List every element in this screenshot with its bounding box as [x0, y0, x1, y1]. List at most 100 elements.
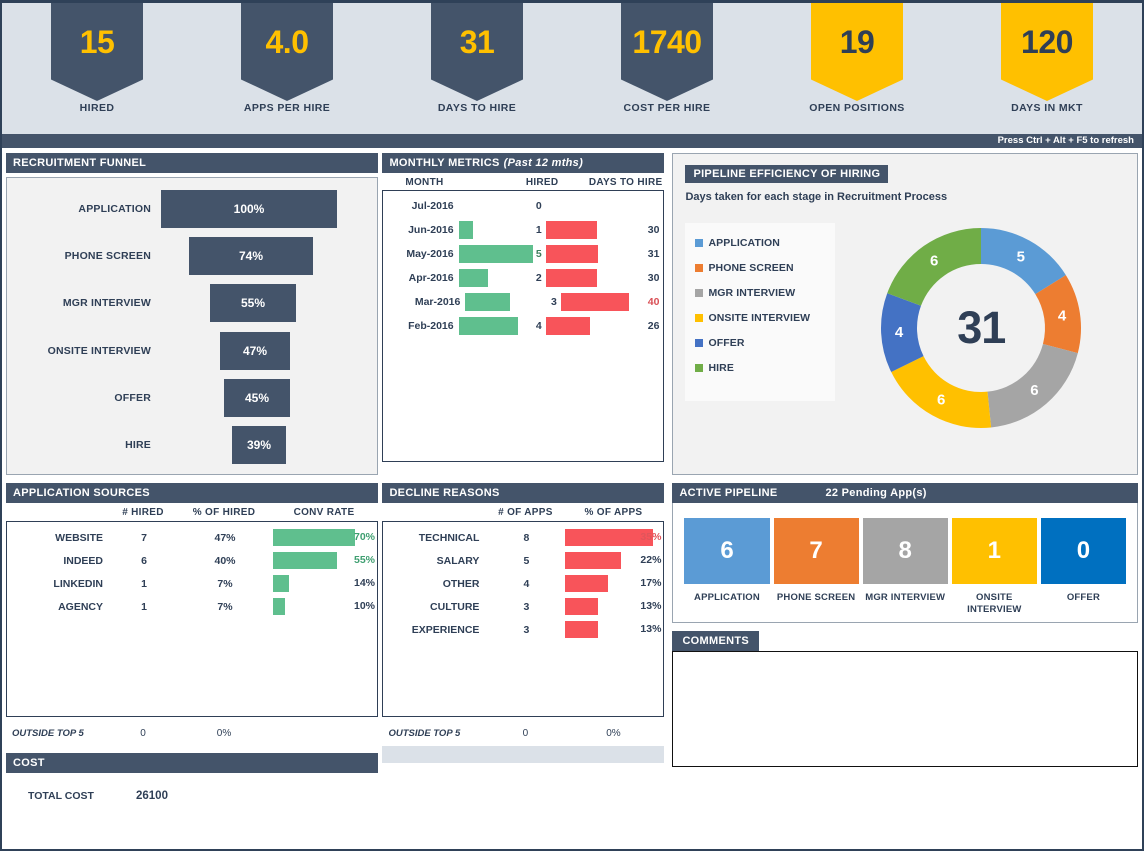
sources-outside-hired: 0: [110, 728, 176, 739]
decline-outside-top5-row: OUTSIDE TOP 5 0 0%: [382, 717, 664, 743]
kpi-label: HIRED: [80, 102, 115, 114]
legend-item: OFFER: [695, 337, 829, 349]
monthly-hired-value: 3: [551, 290, 557, 314]
monthly-hired-cell: 4: [459, 314, 546, 338]
pipeline-stage-label: ONSITE INTERVIEW: [951, 592, 1038, 616]
pipeline-stage-tile[interactable]: 1: [951, 517, 1038, 585]
funnel-stage-pct: 100%: [234, 202, 265, 216]
decline-table: TECHNICAL835%SALARY522%OTHER417%CULTURE3…: [382, 521, 664, 717]
decline-pct-value: 17%: [640, 572, 661, 595]
funnel-track: 74%: [161, 235, 371, 277]
kpi-label: DAYS IN MKT: [1011, 102, 1083, 114]
table-row: OTHER417%: [383, 572, 663, 595]
decline-apps: 3: [487, 624, 565, 636]
pipeline-stage[interactable]: 6APPLICATION: [683, 517, 770, 616]
pipeline-stage-count: 7: [809, 537, 822, 565]
pipeline-stage[interactable]: 0OFFER: [1040, 517, 1127, 616]
decline-reasons-panel: DECLINE REASONS # OF APPS % OF APPS TECH…: [382, 483, 664, 819]
monthly-days-cell: [546, 266, 633, 290]
pipeline-stage-count: 8: [899, 537, 912, 565]
row-top: RECRUITMENT FUNNEL APPLICATION100%PHONE …: [2, 153, 1142, 475]
legend-item: ONSITE INTERVIEW: [695, 312, 829, 324]
monthly-days-cell: [546, 218, 633, 242]
funnel-stage-label: PHONE SCREEN: [13, 250, 161, 262]
monthly-days-value: 31: [633, 248, 664, 260]
decline-pct-value: 13%: [640, 618, 661, 641]
pipeline-stage-tile[interactable]: 8: [862, 517, 949, 585]
application-sources-panel: APPLICATION SOURCES # HIRED % OF HIRED C…: [6, 483, 378, 819]
pipeline-stage-count: 0: [1077, 537, 1090, 565]
decline-col-apps: # OF APPS: [486, 507, 564, 518]
comments-textarea[interactable]: [672, 651, 1138, 767]
col-days-to-hire: DAYS TO HIRE: [564, 177, 664, 188]
monthly-hired-bar: [459, 269, 489, 287]
legend-label: ONSITE INTERVIEW: [708, 312, 810, 324]
pipeline-stage[interactable]: 8MGR INTERVIEW: [862, 517, 949, 616]
monthly-month: May-2016: [383, 248, 458, 260]
donut-chart: 546646 31: [835, 213, 1127, 443]
decline-col-pct: % OF APPS: [564, 507, 662, 518]
funnel-track: 100%: [161, 188, 371, 230]
monthly-hired-cell: 0: [459, 194, 546, 218]
pipeline-stage-count: 6: [720, 537, 733, 565]
funnel-chart-box: APPLICATION100%PHONE SCREEN74%MGR INTERV…: [6, 177, 378, 475]
funnel-title: RECRUITMENT FUNNEL: [13, 157, 146, 169]
legend-swatch-icon: [695, 289, 703, 297]
monthly-days-bar: [546, 221, 597, 239]
pipeline-stage[interactable]: 7PHONE SCREEN: [773, 517, 860, 616]
table-row: TECHNICAL835%: [383, 526, 663, 549]
kpi-cell: 15HIRED: [2, 3, 192, 134]
monthly-days-bar: [561, 293, 629, 311]
kpi-label: DAYS TO HIRE: [438, 102, 516, 114]
funnel-track: 39%: [161, 424, 371, 466]
decline-apps: 8: [487, 532, 565, 544]
funnel-stage-label: MGR INTERVIEW: [13, 297, 161, 309]
pipeline-efficiency-title: PIPELINE EFFICIENCY OF HIRING: [685, 165, 888, 183]
col-month: MONTH: [382, 177, 466, 188]
decline-name: OTHER: [383, 578, 487, 590]
monthly-days-cell: [546, 242, 633, 266]
monthly-hired-value: 1: [536, 218, 542, 242]
decline-pct-cell: 17%: [565, 572, 663, 595]
dashboard-root: 15HIRED4.0APPS PER HIRE31DAYS TO HIRE174…: [0, 0, 1144, 851]
monthly-metrics-panel: MONTHLY METRICS (Past 12 mths) MONTH HIR…: [382, 153, 664, 475]
monthly-month: Apr-2016: [383, 272, 458, 284]
source-conv-bar: [273, 552, 337, 569]
source-pct-hired: 7%: [177, 578, 273, 590]
decline-pct-cell: 13%: [565, 595, 663, 618]
source-name: INDEED: [7, 555, 111, 567]
source-name: WEBSITE: [7, 532, 111, 544]
sources-col-conv: CONV RATE: [272, 507, 376, 518]
kpi-ribbon: 15: [51, 3, 143, 101]
pipeline-efficiency-panel: PIPELINE EFFICIENCY OF HIRING Days taken…: [672, 153, 1138, 475]
pipeline-stage-tile[interactable]: 7: [773, 517, 860, 585]
monthly-month: Jul-2016: [383, 200, 458, 212]
legend-item: PHONE SCREEN: [695, 262, 829, 274]
pending-apps-count: 22 Pending App(s): [825, 487, 926, 499]
legend-swatch-icon: [695, 364, 703, 372]
kpi-cell: 4.0APPS PER HIRE: [192, 3, 382, 134]
legend-swatch-icon: [695, 339, 703, 347]
decline-name: EXPERIENCE: [383, 624, 487, 636]
source-name: AGENCY: [7, 601, 111, 613]
kpi-ribbon: 19: [811, 3, 903, 101]
refresh-hint: Press Ctrl + Alt + F5 to refresh: [992, 134, 1140, 148]
monthly-metrics-chart: Jul-20160Jun-2016130May-2016531Apr-20162…: [382, 190, 664, 462]
legend-label: HIRE: [708, 362, 734, 374]
monthly-hired-value: 5: [536, 242, 542, 266]
funnel-stage-pct: 39%: [247, 438, 271, 452]
pipeline-stage-tile[interactable]: 6: [683, 517, 770, 585]
pipeline-stage-tile[interactable]: 0: [1040, 517, 1127, 585]
funnel-stage-row: PHONE SCREEN74%: [13, 235, 371, 277]
kpi-label: OPEN POSITIONS: [809, 102, 904, 114]
source-hired: 1: [111, 601, 177, 613]
monthly-hired-bar: [459, 317, 518, 335]
kpi-cell: 31DAYS TO HIRE: [382, 3, 572, 134]
pipeline-stage[interactable]: 1 ONSITE INTERVIEW: [951, 517, 1038, 616]
funnel-panel-header: RECRUITMENT FUNNEL: [6, 153, 378, 173]
source-hired: 6: [111, 555, 177, 567]
kpi-cell: 120DAYS IN MKT: [952, 3, 1142, 134]
legend-label: PHONE SCREEN: [708, 262, 793, 274]
donut-segment-label: 4: [1058, 308, 1067, 325]
monthly-row: Mar-2016340: [383, 290, 663, 314]
